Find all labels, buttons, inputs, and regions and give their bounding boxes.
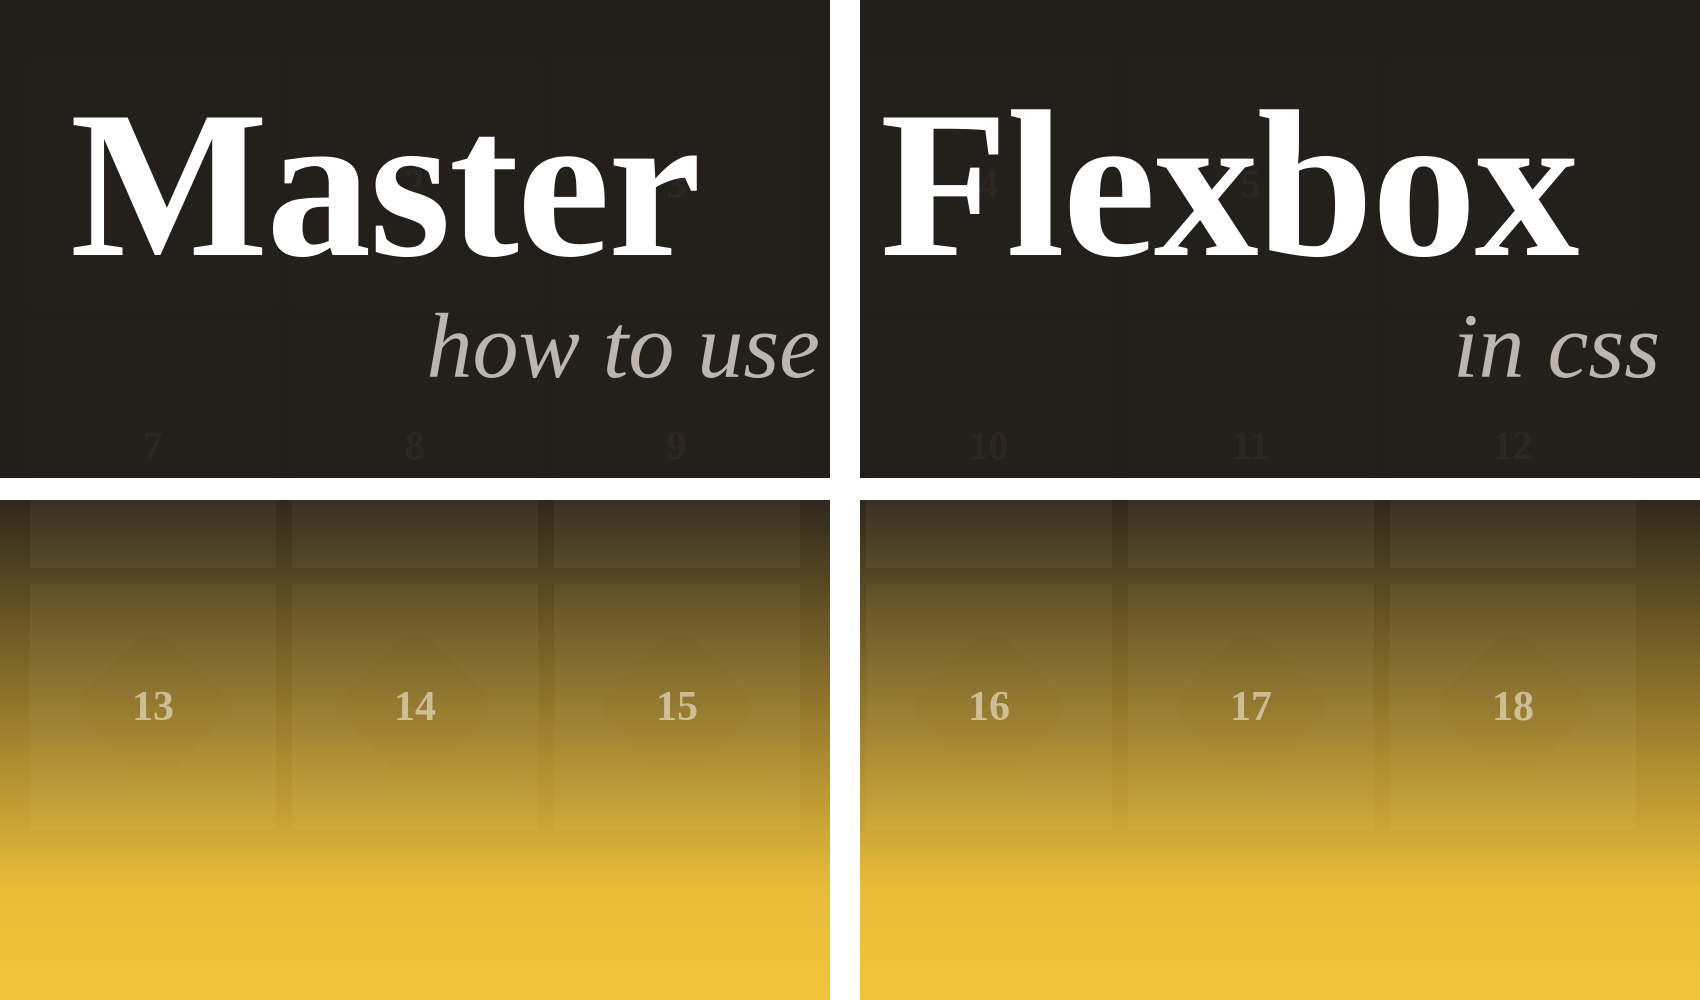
diamond-icon: 16	[906, 624, 1073, 791]
tile-number: 7	[143, 422, 163, 469]
tile-number: 14	[394, 683, 436, 731]
tile-number: 18	[1492, 683, 1534, 731]
hero-graphic: 1 2 3 4 5 6 7 8 9 10 11 12 13 14 15 16 1…	[0, 0, 1700, 1000]
divider-horizontal	[0, 478, 1700, 500]
tile: 11	[1128, 322, 1374, 568]
diamond-icon: 14	[332, 624, 499, 791]
tile: 16	[866, 584, 1112, 830]
tile: 18	[1390, 584, 1636, 830]
diamond-icon: 15	[594, 624, 761, 791]
diamond-icon: 17	[1168, 624, 1335, 791]
diamond-icon: 7	[70, 362, 237, 529]
tile-number: 15	[656, 683, 698, 731]
diamond-icon: 11	[1168, 362, 1335, 529]
headline-master: Master	[70, 80, 699, 290]
tile: 15	[554, 584, 800, 830]
tile-number: 12	[1493, 422, 1533, 469]
diamond-icon: 10	[906, 362, 1073, 529]
tile-number: 10	[969, 422, 1009, 469]
headline-flexbox: Flexbox	[880, 80, 1578, 290]
tile: 7	[30, 322, 276, 568]
divider-vertical	[830, 0, 860, 1000]
tile: 14	[292, 584, 538, 830]
diamond-icon: 18	[1430, 624, 1597, 791]
tile-number: 17	[1230, 683, 1272, 731]
tile-number: 8	[405, 422, 425, 469]
tile: 10	[866, 322, 1112, 568]
tile-number: 9	[667, 422, 687, 469]
tile-number: 13	[132, 683, 174, 731]
tile: 13	[30, 584, 276, 830]
tile-number: 11	[1232, 421, 1270, 468]
subhead-incss: in css	[1453, 300, 1660, 392]
subhead-howto: how to use	[426, 300, 820, 392]
tile-number: 16	[968, 683, 1010, 731]
tile: 17	[1128, 584, 1374, 830]
diamond-icon: 13	[70, 624, 237, 791]
